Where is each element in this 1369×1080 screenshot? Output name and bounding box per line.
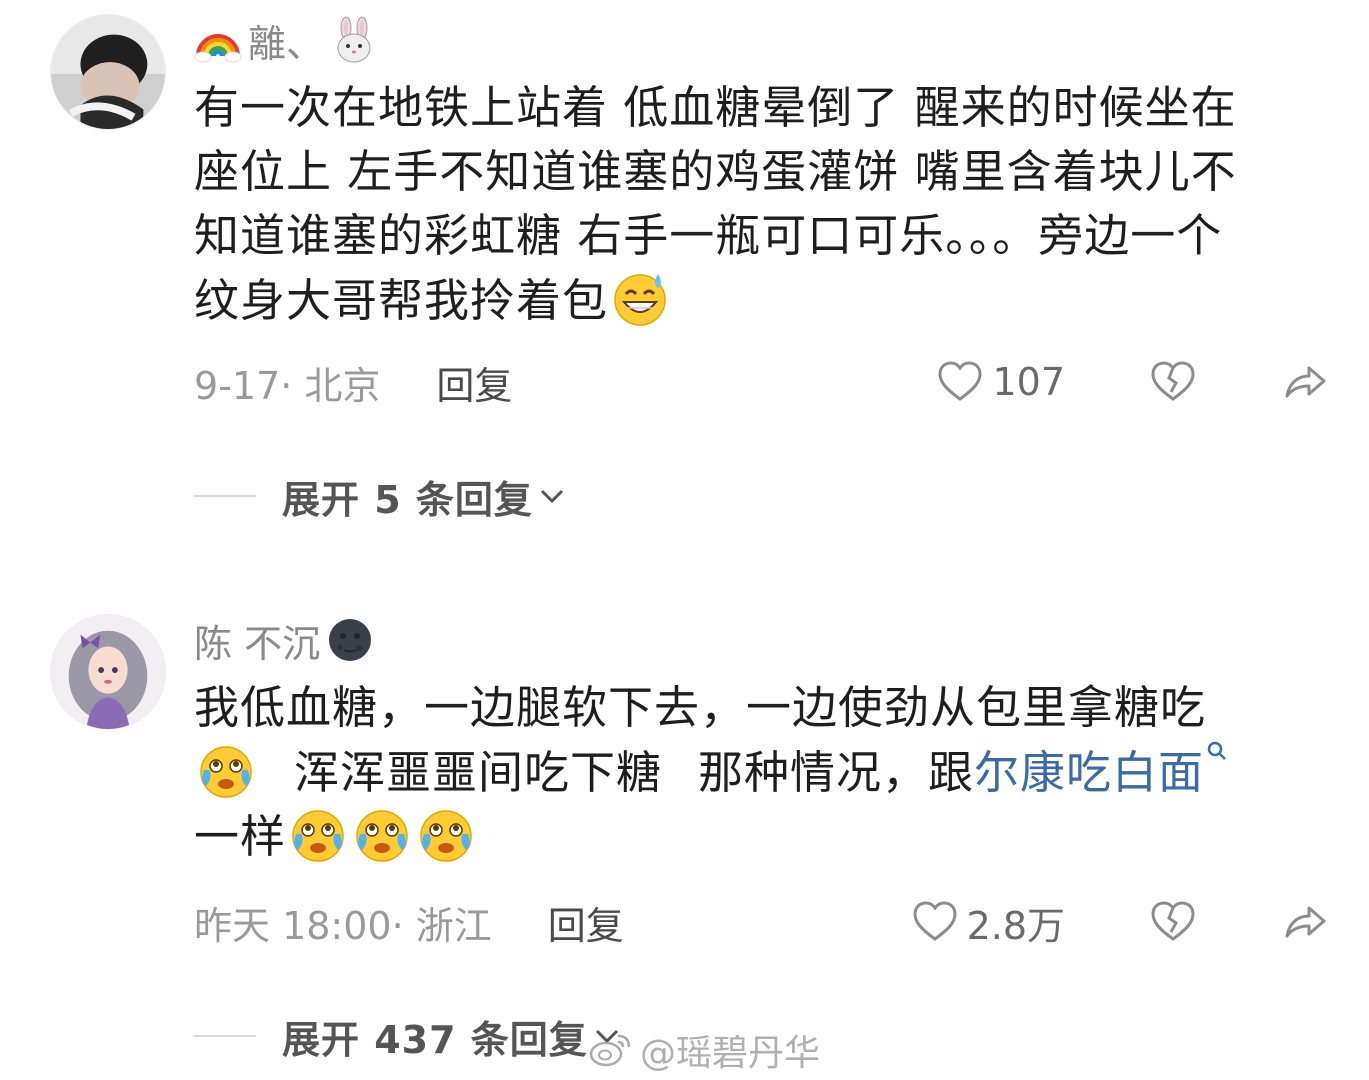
grinning-sweat-icon — [610, 268, 670, 328]
comment-line: 一样 — [194, 804, 1334, 868]
crying-laugh-icon — [196, 740, 256, 800]
comment-meta: 昨天 18:00· 浙江 回复 2.8万 — [194, 894, 1329, 950]
like-button[interactable]: 107 — [936, 358, 1065, 406]
reply-button[interactable]: 回复 — [548, 895, 624, 950]
reply-button[interactable]: 回复 — [436, 355, 512, 410]
comment-line: 座位上 左手不知道谁塞的鸡蛋灌饼 嘴里含着块儿不 — [194, 145, 1237, 198]
rabbit-face-icon — [330, 16, 378, 64]
username-row[interactable]: 陈 不沉 — [194, 612, 374, 668]
watermark: @瑶碧丹华 — [588, 1022, 820, 1078]
comment-line-last: 纹身大哥帮我拎着包 — [194, 268, 1334, 332]
expand-replies-label: 展开 437 条回复 — [282, 1017, 588, 1062]
share-arrow-icon[interactable] — [1281, 898, 1329, 946]
crying-laugh-icon — [416, 804, 476, 864]
comment-actions: 107 — [936, 354, 1329, 410]
comment-text: 浑浑噩噩间吃下糖 — [294, 746, 663, 799]
comment-item: 陈 不沉 我低血糖，一边腿软下去，一边使劲从包里拿糖吃 浑浑噩噩间吃下糖 那种情… — [0, 600, 1369, 1080]
comment-line: 有一次在地铁上站着 低血糖晕倒了 醒来的时候坐在 — [194, 81, 1237, 134]
like-button[interactable]: 2.8万 — [911, 895, 1065, 950]
like-count: 2.8万 — [966, 903, 1065, 948]
comment-line: 浑浑噩噩间吃下糖 那种情况，跟尔康吃白面 — [194, 740, 1334, 804]
comment-meta: 9-17· 北京 回复 107 — [194, 354, 1329, 410]
comment-actions: 2.8万 — [911, 894, 1329, 950]
expand-replies-label: 展开 5 条回复 — [282, 477, 533, 522]
comment-text: 一样 — [194, 810, 287, 863]
heart-outline-icon — [936, 358, 984, 406]
heart-outline-icon — [911, 898, 959, 946]
comment-time-location: 昨天 18:00· 浙江 — [194, 903, 492, 948]
comment-content: 我低血糖，一边腿软下去，一边使劲从包里拿糖吃 浑浑噩噩间吃下糖 那种情况，跟尔康吃… — [194, 676, 1334, 868]
username[interactable]: 離、 — [248, 13, 324, 68]
share-arrow-icon[interactable] — [1281, 358, 1329, 406]
rainbow-icon — [194, 16, 242, 64]
divider — [194, 1035, 256, 1037]
search-link[interactable]: 尔康吃白面 — [974, 746, 1204, 799]
comment-item: 離、 有一次在地铁上站着 低血糖晕倒了 醒来的时候坐在 座位上 左手不知道谁塞的… — [0, 0, 1369, 560]
expand-replies-button[interactable]: 展开 5 条回复 — [194, 466, 567, 526]
comment-time-location: 9-17· 北京 — [194, 363, 381, 408]
comment-line: 知道谁塞的彩虹糖 右手一瓶可口可乐。。。旁边一个 — [194, 209, 1223, 262]
broken-heart-icon[interactable] — [1149, 898, 1197, 946]
chevron-down-icon — [537, 481, 567, 511]
broken-heart-icon[interactable] — [1149, 358, 1197, 406]
avatar[interactable] — [50, 14, 166, 130]
username[interactable]: 陈 不沉 — [194, 613, 320, 668]
expand-replies-button[interactable]: 展开 437 条回复 — [194, 1006, 622, 1066]
watermark-text: @瑶碧丹华 — [640, 1033, 821, 1074]
crying-laugh-icon — [288, 804, 348, 864]
divider — [194, 495, 256, 497]
search-icon — [1206, 740, 1228, 762]
weibo-logo-icon — [588, 1032, 632, 1068]
avatar[interactable] — [50, 614, 166, 730]
username-row[interactable]: 離、 — [194, 12, 378, 68]
like-count: 107 — [992, 360, 1065, 404]
comment-text: 那种情况，跟 — [698, 746, 975, 799]
comment-line: 我低血糖，一边腿软下去，一边使劲从包里拿糖吃 — [194, 681, 1207, 734]
comment-line-text: 纹身大哥帮我拎着包 — [194, 274, 609, 327]
new-moon-face-icon — [326, 616, 374, 664]
crying-laugh-icon — [352, 804, 412, 864]
comment-content: 有一次在地铁上站着 低血糖晕倒了 醒来的时候坐在 座位上 左手不知道谁塞的鸡蛋灌… — [194, 76, 1334, 332]
